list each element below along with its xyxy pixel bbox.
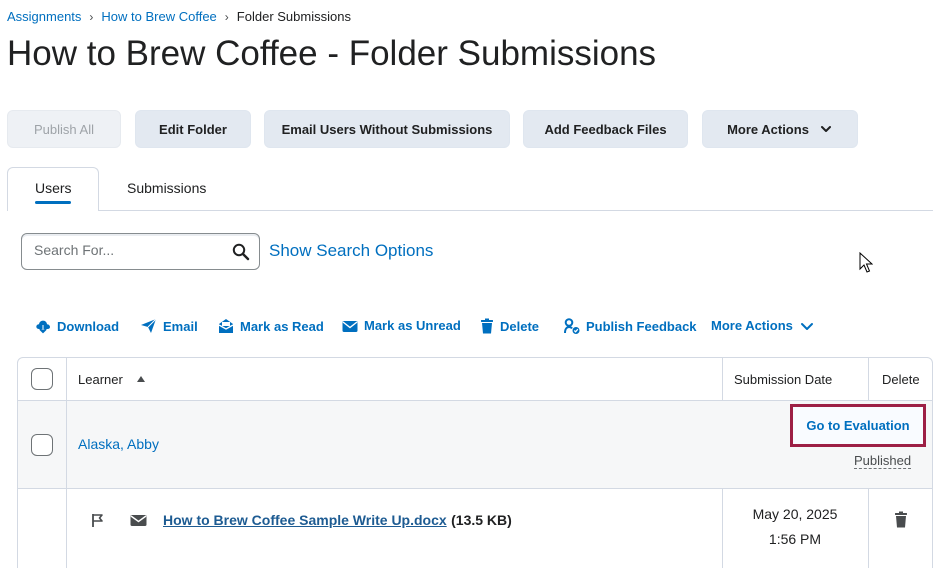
email-label: Email	[163, 318, 198, 334]
breadcrumb-how-to-brew-coffee[interactable]: How to Brew Coffee	[101, 9, 216, 24]
learner-name-link[interactable]: Alaska, Abby	[78, 436, 159, 452]
email-action[interactable]: Email	[140, 318, 198, 334]
breadcrumb-assignments[interactable]: Assignments	[7, 9, 81, 24]
page-title: How to Brew Coffee - Folder Submissions	[7, 34, 657, 73]
submission-date-header-cell: Submission Date	[723, 358, 869, 401]
select-all-checkbox[interactable]	[31, 368, 53, 390]
sort-ascending-icon	[137, 376, 145, 382]
submission-date: May 20, 2025	[752, 506, 838, 522]
publish-feedback-action[interactable]: Publish Feedback	[564, 318, 697, 335]
delete-header-cell: Delete	[869, 358, 932, 401]
submission-file-link[interactable]: How to Brew Coffee Sample Write Up.docx	[163, 512, 447, 528]
chevron-down-icon	[820, 126, 831, 132]
tab-users-label: Users	[35, 180, 72, 196]
more-actions-menu[interactable]: More Actions	[711, 318, 815, 333]
mark-as-unread-label: Mark as Unread	[364, 318, 461, 333]
delete-action[interactable]: Delete	[480, 318, 539, 334]
send-icon	[141, 318, 157, 333]
submission-file-size: (13.5 KB)	[451, 512, 512, 528]
envelope-icon[interactable]	[130, 514, 147, 527]
publish-feedback-icon	[564, 318, 580, 334]
mark-as-unread-action[interactable]: Mark as Unread	[342, 318, 461, 333]
search-input[interactable]	[34, 242, 224, 258]
add-feedback-files-button[interactable]: Add Feedback Files	[523, 110, 688, 148]
tab-active-indicator	[35, 201, 71, 204]
submission-date-header: Submission Date	[734, 372, 833, 387]
learner-checkbox-cell	[18, 401, 67, 489]
trash-icon[interactable]	[894, 511, 908, 528]
published-status[interactable]: Published	[854, 453, 912, 469]
envelope-icon	[342, 320, 358, 332]
breadcrumb: Assignments › How to Brew Coffee › Folde…	[7, 9, 351, 24]
breadcrumb-separator-icon: ›	[89, 9, 94, 24]
trash-icon	[481, 318, 493, 334]
envelope-open-icon	[218, 319, 234, 333]
learner-header-cell[interactable]: Learner	[67, 358, 723, 401]
submission-indent-cell	[18, 489, 67, 568]
chevron-down-icon	[800, 322, 813, 330]
more-actions-label: More Actions	[727, 121, 809, 137]
email-users-without-submissions-button[interactable]: Email Users Without Submissions	[264, 110, 510, 148]
mark-as-read-label: Mark as Read	[240, 318, 324, 334]
submission-date-cell	[723, 489, 869, 568]
mark-as-read-action[interactable]: Mark as Read	[218, 318, 324, 334]
more-actions-button[interactable]: More Actions	[702, 110, 858, 148]
show-search-options-link[interactable]: Show Search Options	[269, 241, 433, 261]
delete-header: Delete	[882, 372, 920, 387]
learner-header: Learner	[78, 372, 123, 387]
delete-label: Delete	[500, 318, 540, 334]
submission-time: 1:56 PM	[768, 531, 822, 547]
breadcrumb-current: Folder Submissions	[236, 9, 351, 24]
flag-icon[interactable]	[91, 513, 104, 528]
publish-feedback-label: Publish Feedback	[586, 319, 697, 334]
download-label: Download	[57, 318, 120, 334]
cloud-download-icon	[36, 320, 50, 334]
tab-submissions[interactable]: Submissions	[127, 180, 206, 196]
edit-folder-button[interactable]: Edit Folder	[135, 110, 251, 148]
mouse-cursor-icon	[859, 252, 873, 273]
search-box	[21, 233, 260, 270]
publish-all-button[interactable]: Publish All	[7, 110, 121, 148]
submission-delete-cell	[869, 489, 932, 568]
submission-file: How to Brew Coffee Sample Write Up.docx …	[163, 512, 512, 530]
header-checkbox-cell	[18, 358, 67, 401]
download-action[interactable]: Download	[35, 318, 119, 334]
learner-row-checkbox[interactable]	[31, 434, 53, 456]
go-to-evaluation-button[interactable]: Go to Evaluation	[790, 404, 926, 447]
tabs-divider	[7, 210, 933, 211]
more-actions-menu-label: More Actions	[711, 318, 793, 333]
breadcrumb-separator-icon: ›	[224, 9, 229, 24]
search-icon[interactable]	[232, 243, 250, 261]
